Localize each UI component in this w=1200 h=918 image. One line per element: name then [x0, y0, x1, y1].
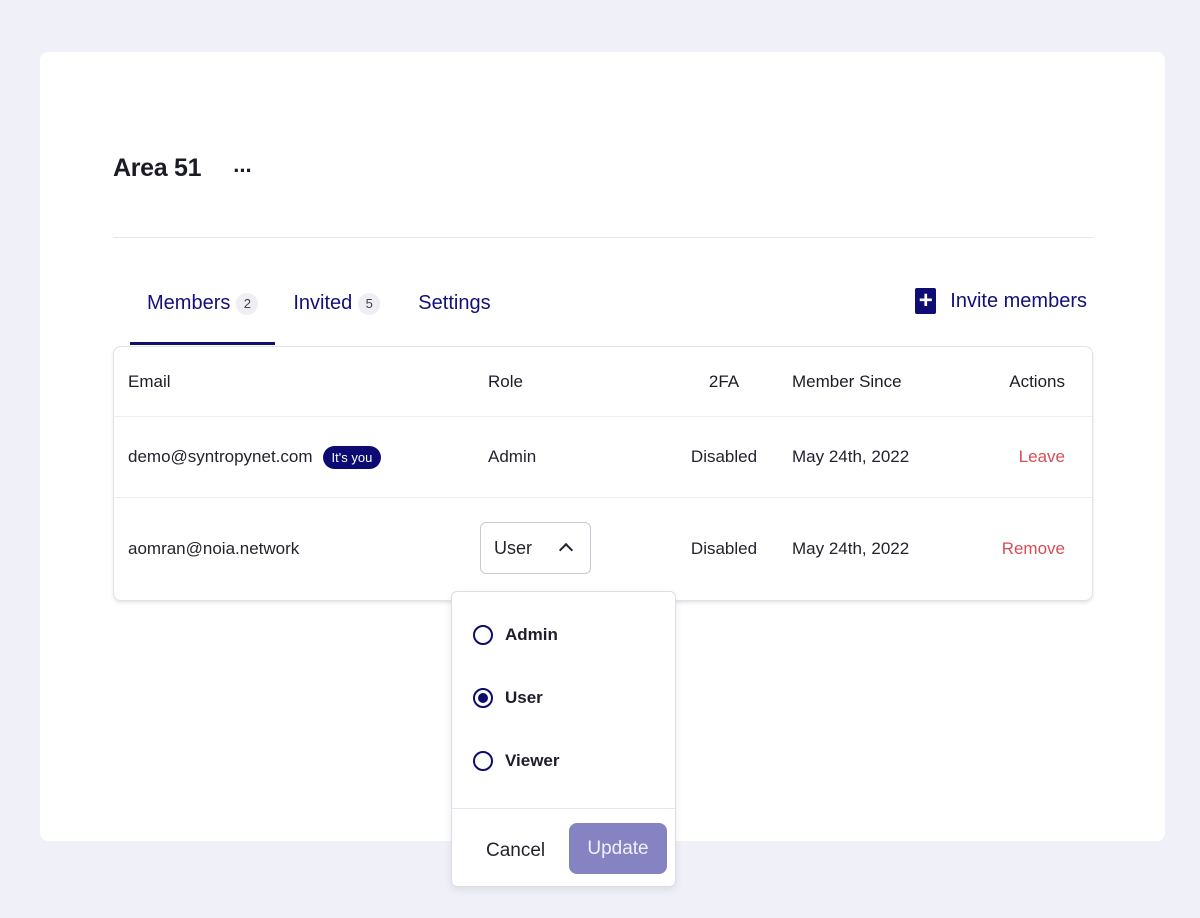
- header: Area 51 ...: [113, 153, 252, 183]
- member-2fa-status: Disabled: [690, 539, 758, 558]
- member-action-cell: Leave: [1019, 417, 1065, 497]
- tab-invited-label: Invited: [293, 292, 353, 314]
- header-divider: [113, 237, 1093, 238]
- column-header-member-since: Member Since: [792, 371, 902, 391]
- tab-invited[interactable]: Invited 5: [293, 282, 381, 345]
- more-options-button[interactable]: ...: [233, 153, 251, 176]
- member-since-date: May 24th, 2022: [792, 447, 910, 466]
- table-header-row: Email Role 2FA Member Since Actions: [114, 347, 1092, 417]
- page-title: Area 51: [113, 154, 202, 182]
- radio-checked-icon: [473, 688, 493, 708]
- table-row: aomran@noia.network Disabled May 24th, 2…: [114, 498, 1092, 600]
- tab-settings[interactable]: Settings: [418, 282, 490, 345]
- invite-members-button[interactable]: + Invite members: [915, 288, 1087, 314]
- member-role: Admin: [488, 447, 537, 466]
- role-option-admin[interactable]: Admin: [473, 625, 558, 645]
- member-email: aomran@noia.network: [128, 539, 300, 558]
- tab-members-label: Members: [147, 292, 231, 314]
- its-you-badge: It's you: [322, 445, 382, 469]
- radio-unchecked-icon: [473, 625, 493, 645]
- role-select[interactable]: User: [480, 522, 591, 574]
- tab-settings-label: Settings: [418, 292, 491, 314]
- column-header-actions: Actions: [1009, 371, 1065, 391]
- tab-invited-count: 5: [358, 293, 381, 315]
- update-button[interactable]: Update: [569, 823, 667, 874]
- role-dropdown: Admin User Viewer Cancel Update: [451, 591, 676, 887]
- member-2fa-status: Disabled: [690, 447, 758, 466]
- column-header-2fa: 2FA: [708, 371, 740, 391]
- role-option-label: User: [505, 688, 543, 707]
- plus-icon: +: [915, 288, 937, 314]
- role-option-label: Viewer: [505, 751, 560, 770]
- invite-members-label: Invite members: [950, 289, 1087, 312]
- role-select-value: User: [494, 537, 533, 558]
- table-row: demo@syntropynet.com It's you Admin Disa…: [114, 417, 1092, 498]
- role-option-user[interactable]: User: [473, 688, 543, 708]
- tab-members-count: 2: [236, 293, 259, 315]
- radio-unchecked-icon: [473, 751, 493, 771]
- tab-bar: Members 2 Invited 5 Settings: [130, 282, 529, 345]
- members-table: Email Role 2FA Member Since Actions demo…: [113, 346, 1093, 601]
- cancel-button[interactable]: Cancel: [486, 840, 545, 862]
- member-since-date: May 24th, 2022: [792, 539, 910, 558]
- member-email-cell: demo@syntropynet.com It's you: [128, 417, 382, 497]
- chevron-up-icon: [558, 542, 574, 558]
- remove-button[interactable]: Remove: [1002, 539, 1065, 559]
- role-option-label: Admin: [505, 625, 558, 644]
- column-header-role: Role: [488, 371, 523, 391]
- leave-button[interactable]: Leave: [1019, 447, 1065, 467]
- role-option-viewer[interactable]: Viewer: [473, 751, 560, 771]
- column-header-email: Email: [128, 371, 171, 391]
- member-action-cell: Remove: [1002, 498, 1065, 600]
- dropdown-divider: [452, 808, 675, 809]
- member-email: demo@syntropynet.com: [128, 447, 313, 466]
- tab-members[interactable]: Members 2: [130, 282, 276, 345]
